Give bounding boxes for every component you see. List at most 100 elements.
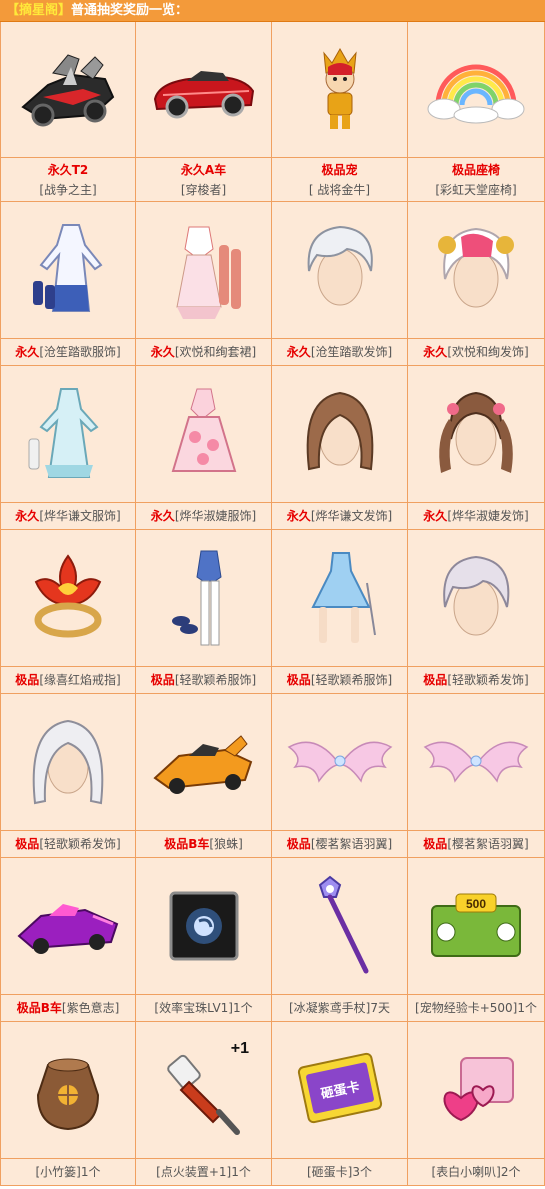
white-blue-suit-icon: [136, 530, 271, 666]
reward-caption: [表白小喇叭]2个: [408, 1158, 544, 1185]
reward-name: [砸蛋卡]3个: [307, 1165, 372, 1179]
reward-caption: 极品座椅 [彩虹天堂座椅]: [408, 157, 544, 201]
reward-item: 永久[烨华谦文发饰]: [272, 366, 408, 530]
reward-name: [沧笙踏歌发饰]: [310, 345, 393, 359]
silver-short-hair-icon: [408, 530, 544, 666]
reward-name: [烨华淑婕服饰]: [174, 509, 257, 523]
reward-grade: 极品: [423, 673, 448, 687]
reward-grade: 永久: [150, 509, 175, 523]
reward-name: [点火装置+1]1个: [156, 1165, 251, 1179]
reward-grade: 极品: [15, 673, 40, 687]
reward-caption: [效率宝珠LV1]1个: [136, 994, 271, 1021]
golden-warrior-pet-icon: [272, 22, 407, 157]
reward-name: [战争之主]: [39, 182, 97, 197]
reward-caption: [点火装置+1]1个: [136, 1158, 271, 1185]
svg-text:500: 500: [466, 897, 486, 911]
plus-one-badge: +1: [230, 1040, 249, 1057]
reward-grade: 极品: [286, 673, 311, 687]
rainbow-cloud-seat-icon: [408, 22, 544, 157]
reward-caption: 极品宠 [ 战将金牛]: [272, 157, 407, 201]
reward-name: [效率宝珠LV1]1个: [154, 1001, 253, 1015]
reward-name: [狼蛛]: [209, 837, 243, 851]
efficiency-orb-icon: [136, 858, 271, 994]
reward-item: [冰凝紫鸢手杖]7天: [272, 858, 408, 1022]
reward-item: 永久[烨华淑婕发饰]: [408, 366, 545, 530]
reward-caption: 极品B车[狼蛛]: [136, 830, 271, 857]
reward-caption: 极品[樱茗絮语羽翼]: [408, 830, 544, 857]
reward-name: [沧笙踏歌服饰]: [39, 345, 121, 359]
reward-grade: 极品: [15, 837, 40, 851]
reward-item: 极品[缘喜红焰戒指]: [0, 530, 136, 694]
reward-name: [烨华谦文发饰]: [310, 509, 393, 523]
reward-caption: 极品[轻歌颖希发饰]: [408, 666, 544, 693]
reward-item: 极品[轻歌颖希服饰]: [272, 530, 408, 694]
reward-caption: 极品[缘喜红焰戒指]: [1, 666, 135, 693]
reward-caption: 永久[沧笙踏歌发饰]: [272, 338, 407, 365]
reward-name: [轻歌颖希服饰]: [310, 673, 393, 687]
reward-caption: 永久[欢悦和绚套裙]: [136, 338, 271, 365]
reward-grid: 永久T2 [战争之主] 永久A车 [穿梭者] 极品宠 [ 战将金牛] 极品座椅 [彩虹天…: [0, 22, 545, 1186]
reward-name: [冰凝紫鸢手杖]7天: [289, 1001, 390, 1015]
reward-item: 极品B车[狼蛛]: [136, 694, 272, 858]
reward-grade: 极品: [150, 673, 175, 687]
ignition-device-icon: +1: [136, 1022, 271, 1158]
reward-caption: 永久A车 [穿梭者]: [136, 157, 271, 201]
reward-name: [樱茗絮语羽翼]: [310, 837, 393, 851]
reward-grade: 永久A车: [180, 162, 227, 177]
reward-name: [小竹篓]1个: [35, 1165, 101, 1179]
love-horn-icon: [408, 1022, 544, 1158]
reward-grade: 极品宠: [321, 162, 358, 177]
reward-caption: 永久[烨华淑婕服饰]: [136, 502, 271, 529]
header-title: 普通抽奖奖励一览：: [71, 3, 189, 18]
reward-item: 永久A车 [穿梭者]: [136, 22, 272, 202]
pink-flower-dress-icon: [136, 366, 271, 502]
reward-caption: 永久[烨华谦文服饰]: [1, 502, 135, 529]
reward-grade: 极品: [286, 837, 311, 851]
reward-caption: 极品[樱茗絮语羽翼]: [272, 830, 407, 857]
reward-item: 永久[沧笙踏歌发饰]: [272, 202, 408, 366]
pink-dress-set-icon: [136, 202, 271, 338]
brown-twintail-hair-icon: [408, 366, 544, 502]
reward-caption: [小竹篓]1个: [1, 1158, 135, 1185]
egg-smash-card-icon: 砸蛋卡: [272, 1022, 407, 1158]
reward-name: [缘喜红焰戒指]: [39, 673, 121, 687]
brown-hair-icon: [272, 366, 407, 502]
reward-grade: 极品B车: [16, 1001, 62, 1015]
reward-grade: 永久: [15, 509, 40, 523]
silver-long-hair-icon: [1, 694, 135, 830]
reward-item: 极品[樱茗絮语羽翼]: [408, 694, 545, 858]
reward-grade: 极品B车: [164, 837, 210, 851]
reward-name: [穿梭者]: [180, 182, 227, 197]
bamboo-basket-icon: [1, 1022, 135, 1158]
pet-exp-card-icon: 500: [408, 858, 544, 994]
reward-caption: [砸蛋卡]3个: [272, 1158, 407, 1185]
reward-grade: 永久: [423, 345, 448, 359]
white-blue-dress-icon: [1, 202, 135, 338]
reward-item: 永久[欢悦和绚套裙]: [136, 202, 272, 366]
reward-caption: 极品[轻歌颖希发饰]: [1, 830, 135, 857]
reward-name: [宠物经验卡+500]1个: [415, 1001, 537, 1015]
reward-item: 永久[烨华谦文服饰]: [0, 366, 136, 530]
reward-grade: 永久: [150, 345, 175, 359]
reward-caption: 极品B车[紫色意志]: [1, 994, 135, 1021]
reward-name: [彩虹天堂座椅]: [435, 182, 517, 197]
reward-item: 极品座椅 [彩虹天堂座椅]: [408, 22, 545, 202]
reward-caption: 极品[轻歌颖希服饰]: [272, 666, 407, 693]
reward-caption: 永久[沧笙踏歌服饰]: [1, 338, 135, 365]
reward-item: 砸蛋卡 [砸蛋卡]3个: [272, 1022, 408, 1186]
reward-item: 永久[沧笙踏歌服饰]: [0, 202, 136, 366]
mech-car-icon: [1, 22, 135, 157]
reward-name: [ 战将金牛]: [308, 182, 371, 197]
reward-name: [紫色意志]: [61, 1001, 120, 1015]
header-bar: 【摘星阁】普通抽奖奖励一览：: [0, 0, 545, 22]
reward-name: [樱茗絮语羽翼]: [447, 837, 529, 851]
reward-name: [轻歌颖希服饰]: [174, 673, 257, 687]
light-blue-dress-icon: [1, 366, 135, 502]
reward-name: [烨华淑婕发饰]: [447, 509, 529, 523]
reward-item: [小竹篓]1个: [0, 1022, 136, 1186]
reward-item: 极品[樱茗絮语羽翼]: [272, 694, 408, 858]
red-sports-car-icon: [136, 22, 271, 157]
reward-item: 极品宠 [ 战将金牛]: [272, 22, 408, 202]
reward-item: 极品[轻歌颖希发饰]: [0, 694, 136, 858]
reward-item: 500 [宠物经验卡+500]1个: [408, 858, 545, 1022]
